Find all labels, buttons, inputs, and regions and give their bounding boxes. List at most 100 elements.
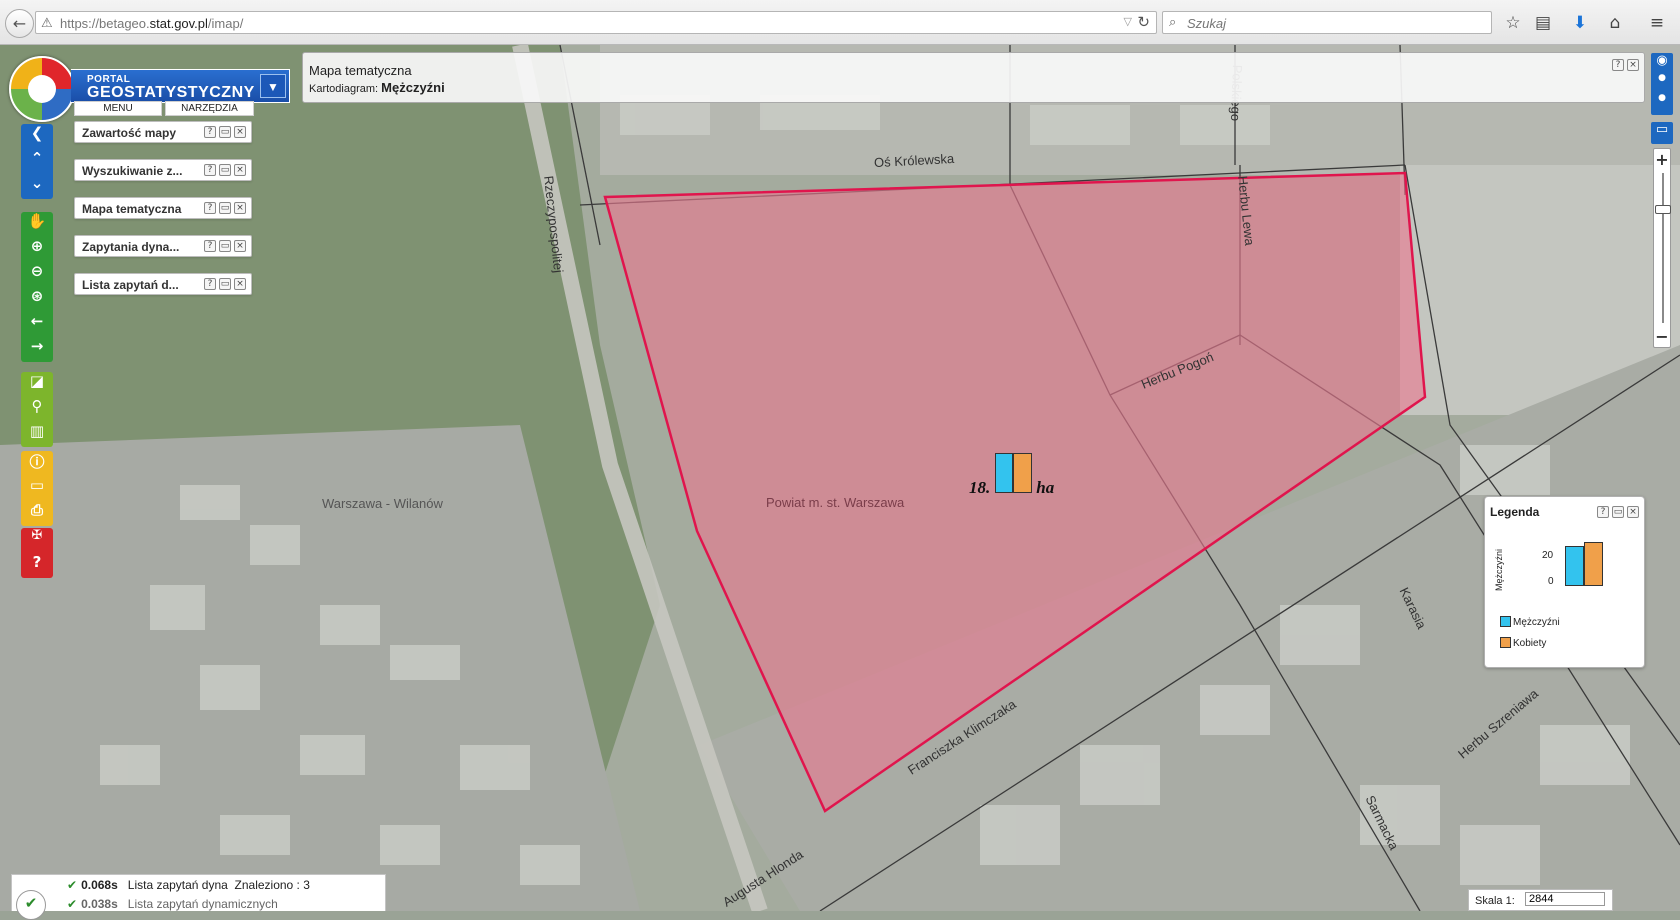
- reload-icon[interactable]: ↻: [1137, 13, 1150, 31]
- zoom-in-icon[interactable]: ⊕: [21, 237, 53, 262]
- url-dropdown-icon[interactable]: ▽: [1124, 15, 1132, 28]
- cartodiagram-value: Mężczyźni: [381, 80, 445, 95]
- window-icon[interactable]: ▭: [219, 278, 231, 290]
- window-icon[interactable]: ▭: [219, 240, 231, 252]
- close-icon[interactable]: ×: [234, 126, 246, 138]
- url-text: https://betageo.stat.gov.pl/imap/: [60, 16, 244, 31]
- bookmark-star-icon[interactable]: ☆: [1501, 11, 1525, 35]
- info-icon[interactable]: ⓘ: [21, 451, 53, 476]
- close-icon[interactable]: ×: [234, 240, 246, 252]
- zoom-in-icon[interactable]: +: [1654, 150, 1670, 169]
- search-bar[interactable]: ⌕: [1162, 11, 1492, 34]
- legend-tick-high: 20: [1542, 550, 1554, 561]
- thematic-map-icon[interactable]: ◪: [21, 372, 53, 397]
- status-ok-icon[interactable]: ✔: [16, 890, 46, 920]
- window-icon[interactable]: ▭: [219, 126, 231, 138]
- panel-search[interactable]: Wyszukiwanie z... ? ▭ ×: [74, 159, 252, 181]
- layer-visibility-control[interactable]: ◉ ● ●: [1651, 53, 1673, 115]
- panel-title: Zawartość mapy: [82, 126, 177, 140]
- close-icon[interactable]: ×: [1627, 59, 1639, 71]
- panel-title: Wyszukiwanie z...: [82, 164, 183, 178]
- help-icon[interactable]: ?: [204, 240, 216, 252]
- tools-button[interactable]: NARZĘDZIA: [165, 101, 254, 116]
- panel-map-content[interactable]: Zawartość mapy ? ▭ ×: [74, 121, 252, 143]
- panel-title: Lista zapytań d...: [82, 278, 179, 292]
- check-icon: ✔: [67, 878, 78, 892]
- window-icon[interactable]: ▭: [219, 164, 231, 176]
- home-icon[interactable]: ⌂: [1603, 11, 1627, 35]
- help-icon[interactable]: ?: [204, 202, 216, 214]
- zoom-out-icon[interactable]: −: [1654, 327, 1670, 346]
- info-toolbar: ⓘ ▭ ⎙: [21, 451, 53, 526]
- dot-icon[interactable]: ●: [1651, 93, 1673, 113]
- reading-list-icon[interactable]: ▤: [1531, 11, 1555, 35]
- bar-chart-icon[interactable]: ▥: [21, 422, 53, 447]
- panel-title: Mapa tematyczna: [82, 202, 182, 216]
- help-icon[interactable]: ?: [1597, 506, 1609, 518]
- panel-thematic-map[interactable]: Mapa tematyczna ? ▭ ×: [74, 197, 252, 219]
- download-arrow-icon[interactable]: ⬇: [1568, 11, 1592, 35]
- nav-toolbar: ❮ ⌃ ⌄: [21, 124, 53, 199]
- close-icon[interactable]: ×: [234, 278, 246, 290]
- help-icon[interactable]: ?: [204, 126, 216, 138]
- zoom-slider[interactable]: + −: [1653, 148, 1671, 348]
- logo-emblem: [9, 56, 75, 122]
- map-canvas: [0, 45, 1680, 911]
- dot-icon[interactable]: ●: [1651, 73, 1673, 93]
- legend-title: Legenda: [1490, 505, 1540, 519]
- back-arrow-icon[interactable]: ←: [5, 9, 34, 38]
- zoom-thumb[interactable]: [1655, 205, 1671, 214]
- browser-toolbar: ← ⚠ https://betageo.stat.gov.pl/imap/ ▽ …: [0, 0, 1680, 45]
- map-tools-toolbar: ✋ ⊕ ⊖ ⊛ ← →: [21, 212, 53, 362]
- window-icon[interactable]: ▭: [1612, 506, 1624, 518]
- help-icon[interactable]: ?: [1612, 59, 1624, 71]
- panel-query-list[interactable]: Lista zapytań d... ? ▭ ×: [74, 273, 252, 295]
- pan-hand-icon[interactable]: ✋: [21, 212, 53, 237]
- panel-title: Zapytania dyna...: [82, 240, 180, 254]
- zoom-out-icon[interactable]: ⊖: [21, 262, 53, 287]
- scale-box: Skala 1:: [1468, 889, 1613, 911]
- legend-bar-men: [1565, 546, 1584, 586]
- close-icon[interactable]: ×: [234, 202, 246, 214]
- close-icon[interactable]: ×: [234, 164, 246, 176]
- legend-tick-low: 0: [1548, 576, 1554, 587]
- status-row: ✔ 0.068s Lista zapytań dyna Znaleziono : 3: [67, 878, 310, 892]
- help-icon[interactable]: ?: [204, 164, 216, 176]
- chevron-down-icon[interactable]: ▼: [260, 74, 286, 98]
- map-view[interactable]: Oś Królewska Rzeczypospolitej Herbu Lewa…: [0, 45, 1680, 911]
- chevron-down-icon[interactable]: ⌄: [21, 174, 53, 199]
- print-icon[interactable]: ⎙: [21, 501, 53, 526]
- warning-triangle-icon: ⚠: [41, 15, 53, 30]
- legend-axis-name: Mężczyźni: [1494, 549, 1504, 592]
- legend-label-women: Kobiety: [1513, 638, 1547, 649]
- url-bar[interactable]: ⚠ https://betageo.stat.gov.pl/imap/ ▽ ↻: [35, 11, 1157, 34]
- comment-icon[interactable]: ▭: [1651, 122, 1673, 144]
- legend-swatch-women: [1500, 637, 1511, 648]
- help-icon[interactable]: ?: [21, 553, 53, 578]
- eye-icon[interactable]: ◉: [1651, 53, 1673, 73]
- next-extent-icon[interactable]: →: [21, 337, 53, 362]
- collapse-left-icon[interactable]: ❮: [21, 124, 53, 149]
- help-icon[interactable]: ?: [204, 278, 216, 290]
- hamburger-menu-icon[interactable]: ≡: [1645, 11, 1669, 35]
- analysis-toolbar: ◪ ⚲ ▥: [21, 372, 53, 447]
- status-log: ✔ 0.068s Lista zapytań dyna Znaleziono : 3…: [11, 874, 386, 911]
- thematic-map-header: Mapa tematyczna Kartodiagram: Mężczyźni …: [302, 52, 1645, 103]
- legend-label-men: Mężczyźni: [1513, 617, 1560, 628]
- zoom-extent-icon[interactable]: ⊛: [21, 287, 53, 312]
- window-icon[interactable]: ▭: [21, 476, 53, 501]
- thematic-subtitle: Kartodiagram: Mężczyźni: [309, 80, 445, 95]
- close-icon[interactable]: ×: [1627, 506, 1639, 518]
- scale-input[interactable]: [1525, 892, 1605, 906]
- panel-dynamic-queries[interactable]: Zapytania dyna... ? ▭ ×: [74, 235, 252, 257]
- chevron-up-icon[interactable]: ⌃: [21, 149, 53, 174]
- misc-toolbar: ✠ ?: [21, 528, 53, 578]
- point-chart-icon[interactable]: ⚲: [21, 397, 53, 422]
- logo-line2: GEOSTATYSTYCZNY: [87, 84, 255, 101]
- previous-extent-icon[interactable]: ←: [21, 312, 53, 337]
- zoom-track-line: [1662, 173, 1664, 323]
- search-input[interactable]: [1185, 15, 1479, 32]
- menu-button[interactable]: MENU: [74, 101, 162, 116]
- window-icon[interactable]: ▭: [219, 202, 231, 214]
- uk-flag-icon[interactable]: ✠: [21, 528, 53, 553]
